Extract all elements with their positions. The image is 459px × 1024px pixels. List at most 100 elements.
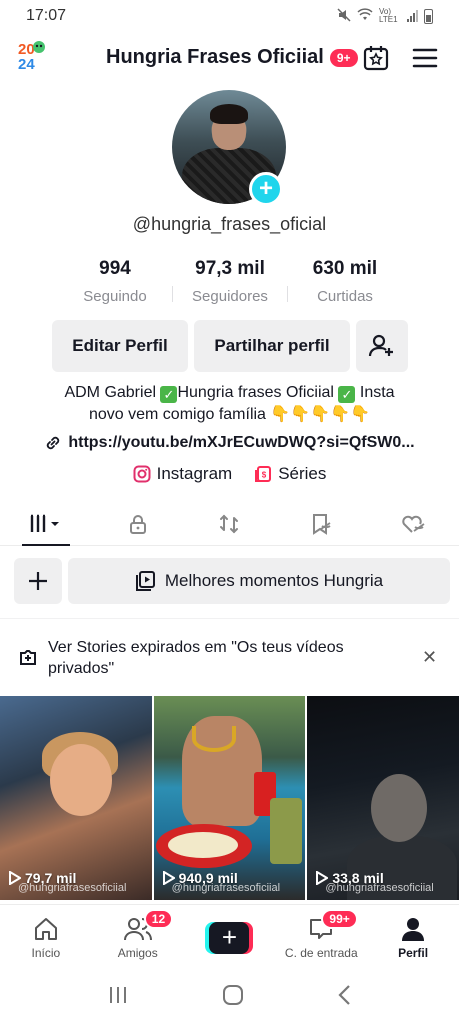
add-friend-button[interactable]	[356, 320, 408, 372]
social-links: Instagram $ Séries	[0, 464, 459, 484]
profile-icon	[402, 917, 425, 941]
tab-reposts[interactable]	[184, 502, 276, 545]
edit-profile-button[interactable]: Editar Perfil	[52, 320, 188, 372]
back-icon[interactable]	[337, 984, 353, 1011]
notification-badge: 9+	[329, 48, 358, 67]
bio-text: ADM Gabriel	[64, 384, 161, 401]
close-icon[interactable]: ✕	[422, 647, 437, 668]
instagram-link[interactable]: Instagram	[133, 464, 233, 484]
instagram-label: Instagram	[156, 464, 233, 483]
stat-following[interactable]: 994 Seguindo	[60, 258, 170, 305]
video-grid: @hungriafrasesoficiial 79,7 mil @hungria…	[0, 696, 459, 900]
status-icons: Vo) LTE1	[337, 8, 433, 25]
video-thumbnail[interactable]: @hungriafrasesoficiial 79,7 mil	[0, 696, 152, 900]
stat-label: Curtidas	[317, 288, 373, 305]
home-button-icon[interactable]	[222, 984, 244, 1011]
video-views: 33,8 mil	[315, 870, 384, 886]
nav-friends[interactable]: 12 Amigos	[92, 905, 184, 970]
thumb-glass	[269, 798, 302, 864]
video-thumbnail[interactable]: @hungriafrasesoficiial 940,9 mil	[153, 696, 306, 900]
highlight-collection-label: Melhores momentos Hungria	[164, 571, 384, 590]
heart-hidden-icon	[402, 515, 425, 533]
bio-line-1: ADM Gabriel ✓ Hungria frases Oficiial ✓ I…	[0, 382, 459, 404]
logo-face-icon	[33, 41, 45, 53]
top-bar: 20 24 Hungria Frases Oficiial 9+	[0, 38, 459, 82]
bio-link[interactable]: https://youtu.be/mXJrECuwDWQ?si=QfSW0...	[0, 434, 459, 452]
bookmark-hidden-icon	[313, 513, 331, 535]
bottom-nav: Início 12 Amigos + 99+ C. de entrada Per…	[0, 904, 459, 970]
logo-year-bottom: 24	[18, 56, 35, 73]
tab-private[interactable]	[92, 502, 184, 545]
system-nav	[0, 970, 459, 1024]
create-plus-icon: +	[209, 921, 250, 954]
stat-divider	[287, 286, 288, 302]
profile-actions: Editar Perfil Partilhar perfil	[52, 320, 408, 372]
story-add-icon	[18, 647, 38, 672]
nav-inbox-label: C. de entrada	[284, 945, 358, 960]
nav-inbox[interactable]: 99+ C. de entrada	[275, 905, 367, 970]
videos-grid-icon	[30, 514, 59, 532]
share-profile-button[interactable]: Partilhar perfil	[194, 320, 350, 372]
calendar-star-icon[interactable]	[362, 44, 390, 72]
stories-banner[interactable]: Ver Stories expirados em "Os teus vídeos…	[0, 618, 459, 694]
instagram-icon	[133, 465, 151, 483]
status-time: 17:07	[26, 7, 67, 24]
stat-value: 994	[99, 258, 131, 279]
stat-followers[interactable]: 97,3 mil Seguidores	[175, 258, 285, 305]
avatar-hair	[210, 104, 248, 124]
signal-icon	[407, 10, 418, 22]
profile-handle: @hungria_frases_oficial	[132, 214, 327, 234]
thumb-figure-head	[371, 774, 428, 842]
add-story-plus-icon[interactable]: +	[249, 172, 283, 206]
wifi-icon	[357, 8, 373, 24]
nav-home-label: Início	[31, 945, 61, 960]
bio-line-2: novo vem comigo família 👇👇👇👇👇	[88, 406, 370, 423]
video-views: 940,9 mil	[162, 870, 238, 886]
bio-link-text: https://youtu.be/mXJrECuwDWQ?si=QfSW0...	[68, 434, 415, 451]
video-views-count: 79,7 mil	[25, 870, 77, 886]
add-collection-button[interactable]	[14, 558, 62, 604]
bio: ADM Gabriel ✓ Hungria frases Oficiial ✓ I…	[0, 382, 459, 426]
hamburger-menu-icon[interactable]	[412, 46, 438, 70]
tab-videos[interactable]	[0, 502, 92, 546]
inbox-badge: 99+	[321, 909, 358, 929]
video-views-count: 33,8 mil	[332, 870, 384, 886]
repost-icon	[220, 514, 239, 533]
profile-name-wrap[interactable]: Hungria Frases Oficiial 9+	[106, 46, 358, 69]
series-link[interactable]: $ Séries	[254, 464, 326, 484]
network-label: Vo) LTE1	[379, 7, 398, 24]
add-user-icon	[368, 334, 393, 357]
stat-label: Seguidores	[192, 288, 268, 305]
svg-text:$: $	[262, 471, 267, 480]
play-icon	[316, 871, 329, 885]
stories-banner-text: Ver Stories expirados em "Os teus vídeos…	[48, 639, 344, 677]
stat-value: 630 mil	[312, 258, 378, 279]
check-mark-icon: ✓	[338, 386, 356, 403]
highlight-collection-button[interactable]: Melhores momentos Hungria	[68, 558, 450, 604]
stat-divider	[172, 286, 173, 302]
nav-friends-label: Amigos	[117, 945, 158, 960]
thumb-chain	[191, 726, 236, 752]
nav-create[interactable]: +	[184, 905, 276, 970]
create-button[interactable]: +	[205, 921, 254, 954]
mute-icon	[337, 7, 351, 25]
video-views-count: 940,9 mil	[178, 870, 238, 886]
thumb-plate	[155, 824, 252, 868]
recents-icon[interactable]	[107, 985, 129, 1010]
stat-label: Seguindo	[83, 288, 147, 305]
tab-liked[interactable]	[367, 502, 459, 545]
profile-name: Hungria Frases Oficiial	[106, 46, 324, 68]
video-thumbnail[interactable]: @hungriafrasesoficiial 33,8 mil	[307, 696, 459, 900]
tab-saved[interactable]	[275, 502, 367, 545]
nav-profile-label: Perfil	[398, 945, 429, 960]
bio-text: Hungria frases Oficiial	[177, 384, 339, 401]
nav-profile[interactable]: Perfil	[367, 905, 459, 970]
nav-home[interactable]: Início	[0, 905, 92, 970]
play-icon	[162, 871, 175, 885]
check-mark-icon: ✓	[160, 386, 178, 403]
playlist-icon	[135, 571, 155, 591]
stat-value: 97,3 mil	[195, 258, 265, 279]
stat-likes[interactable]: 630 mil Curtidas	[290, 258, 400, 305]
stats-row: 994 Seguindo 97,3 mil Seguidores 630 mil…	[60, 258, 400, 305]
logo-2024[interactable]: 20 24	[18, 41, 50, 76]
